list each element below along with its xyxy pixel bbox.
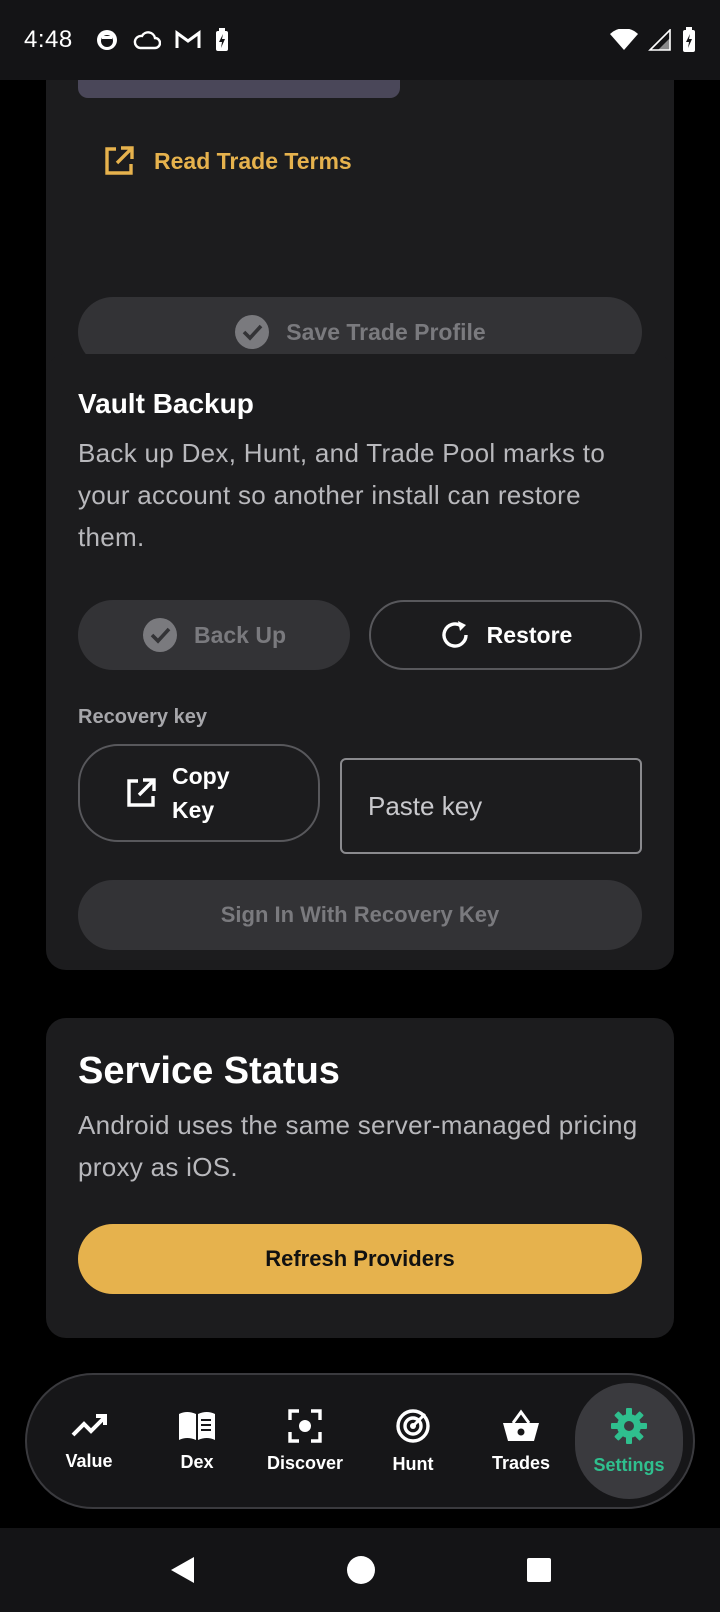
paste-key-input[interactable]: Paste key xyxy=(340,758,642,854)
check-circle-icon xyxy=(235,315,270,349)
restore-button[interactable]: Restore xyxy=(369,600,642,670)
copy-key-line-2: Key xyxy=(172,797,215,823)
read-trade-terms-label: Read Trade Terms xyxy=(154,147,352,174)
tab-value-label: Value xyxy=(65,1450,113,1471)
gmail-icon xyxy=(175,30,201,48)
book-icon xyxy=(179,1411,215,1440)
tab-settings[interactable]: Settings xyxy=(575,1383,683,1499)
copy-key-button[interactable]: Copy Key xyxy=(78,744,320,842)
tab-dex-label: Dex xyxy=(180,1451,214,1472)
tab-value[interactable]: Value xyxy=(35,1383,143,1499)
refresh-icon xyxy=(441,621,468,648)
vault-backup-title: Vault Backup xyxy=(78,388,254,419)
bottom-tab-bar: Value Dex Discover Hunt Trades Settings xyxy=(25,1373,695,1509)
tab-trades-label: Trades xyxy=(491,1452,551,1473)
status-time: 4:48 xyxy=(24,26,73,53)
tab-hunt-label: Hunt xyxy=(392,1453,434,1474)
status-system-icons xyxy=(610,27,696,53)
recents-icon[interactable] xyxy=(526,1557,552,1583)
status-notification-icons xyxy=(95,28,229,52)
external-link-icon xyxy=(127,778,156,807)
service-status-title: Service Status xyxy=(78,1050,340,1092)
save-trade-profile-label: Save Trade Profile xyxy=(286,318,486,345)
copy-key-label: Copy Key xyxy=(172,759,230,827)
refresh-providers-label: Refresh Providers xyxy=(265,1246,455,1271)
restore-label: Restore xyxy=(486,621,573,648)
system-navigation-bar xyxy=(0,1528,720,1612)
tab-hunt[interactable]: Hunt xyxy=(359,1383,467,1499)
service-status-card: Service Status Android uses the same ser… xyxy=(46,1018,674,1338)
sign-in-recovery-key-label: Sign In With Recovery Key xyxy=(220,902,500,927)
tab-settings-label: Settings xyxy=(593,1454,665,1475)
radar-icon xyxy=(396,1408,430,1443)
cloud-icon xyxy=(133,31,161,50)
app-notification-icon xyxy=(96,30,117,50)
recovery-key-label: Recovery key xyxy=(78,706,207,728)
signal-icon xyxy=(648,29,671,51)
copy-key-line-1: Copy xyxy=(172,763,230,789)
wifi-icon xyxy=(610,29,638,50)
check-circle-icon xyxy=(142,618,177,652)
battery-icon xyxy=(683,27,695,52)
service-status-description: Android uses the same server-managed pri… xyxy=(78,1110,638,1182)
tab-discover[interactable]: Discover xyxy=(251,1383,359,1499)
settings-scroll-area[interactable]: Read Trade Terms Save Trade Profile Vaul… xyxy=(0,80,720,1528)
external-link-icon xyxy=(105,146,134,175)
scan-icon xyxy=(288,1408,322,1443)
back-icon[interactable] xyxy=(168,1555,196,1585)
tab-trades[interactable]: Trades xyxy=(467,1383,575,1499)
vault-backup-description: Back up Dex, Hunt, and Trade Pool marks … xyxy=(78,438,606,552)
tab-discover-label: Discover xyxy=(266,1452,344,1473)
trade-field-stub[interactable] xyxy=(78,80,400,98)
tab-dex[interactable]: Dex xyxy=(143,1383,251,1499)
basket-icon xyxy=(503,1408,539,1441)
refresh-providers-button[interactable]: Refresh Providers xyxy=(78,1224,642,1294)
gear-icon xyxy=(611,1407,647,1444)
sign-in-recovery-key-button[interactable]: Sign In With Recovery Key xyxy=(78,880,642,950)
back-up-label: Back Up xyxy=(193,621,287,648)
home-icon[interactable] xyxy=(346,1555,376,1585)
status-bar: 4:48 xyxy=(0,0,720,80)
trending-icon xyxy=(71,1413,107,1436)
paste-key-placeholder: Paste key xyxy=(368,790,483,821)
battery-charging-icon xyxy=(215,28,228,51)
read-trade-terms-link[interactable]: Read Trade Terms xyxy=(102,144,352,178)
back-up-button[interactable]: Back Up xyxy=(78,600,350,670)
vault-backup-card: Vault Backup Back up Dex, Hunt, and Trad… xyxy=(46,354,674,970)
